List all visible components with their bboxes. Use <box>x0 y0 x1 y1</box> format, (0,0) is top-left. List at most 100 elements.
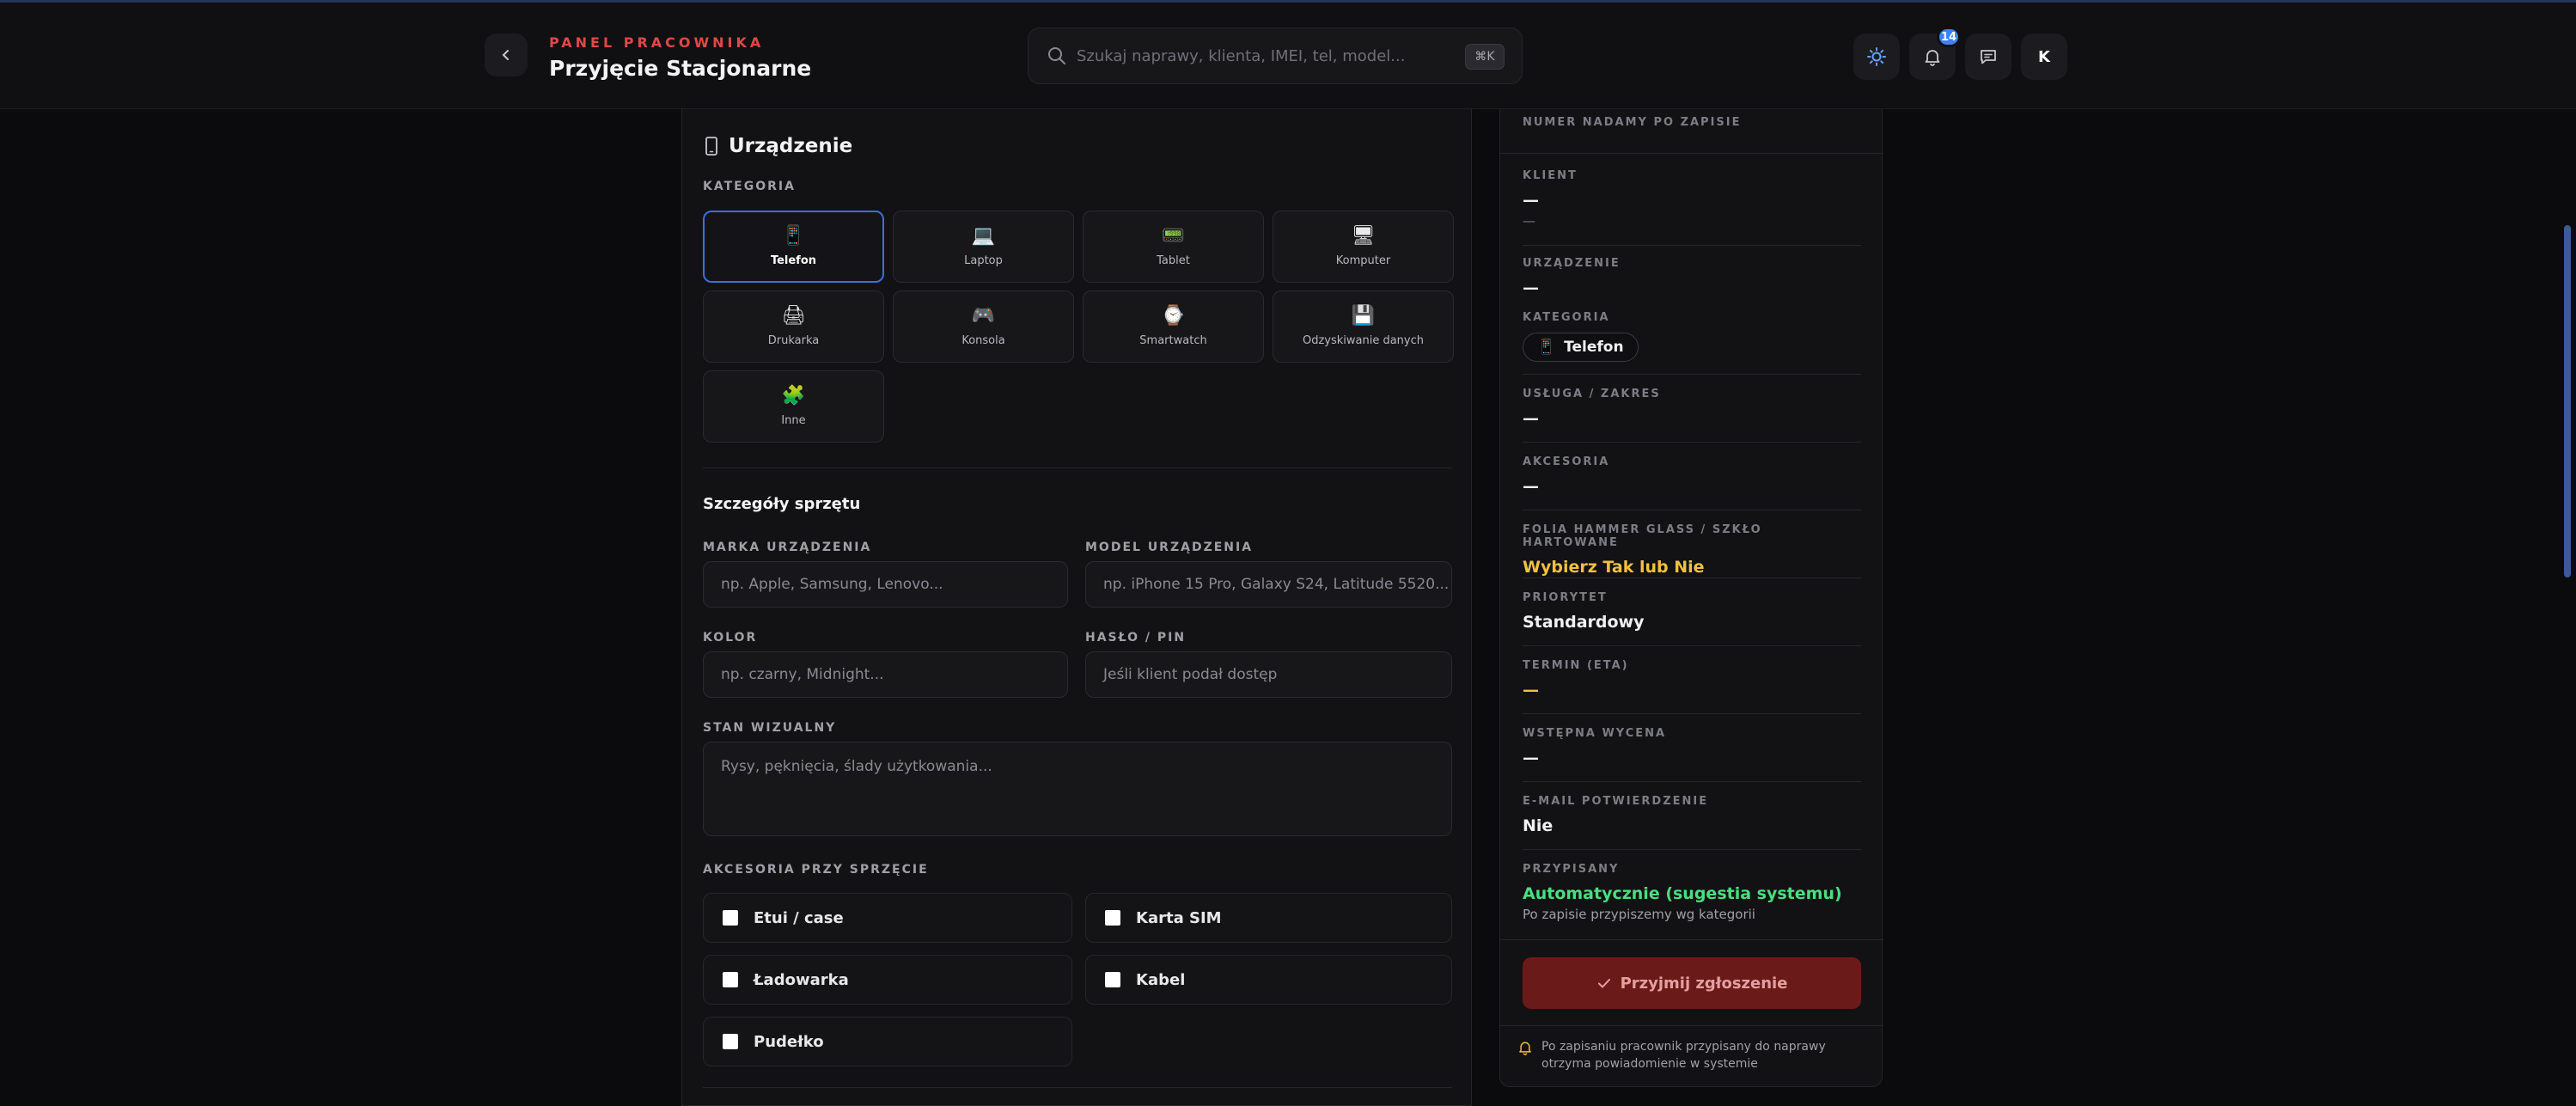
brand-label: MARKA URZĄDZENIA <box>703 541 872 554</box>
assigned-label: PRZYPISANY <box>1523 863 1620 876</box>
page-scrollbar[interactable] <box>2564 225 2571 577</box>
category-tile-label: Odzyskiwanie danych <box>1302 333 1425 347</box>
summary-priority: PRIORYTET Standardowy <box>1523 591 1861 632</box>
theme-toggle-button[interactable] <box>1853 34 1900 80</box>
service-value: — <box>1523 409 1539 428</box>
color-input[interactable]: np. czarny, Midnight... <box>703 651 1068 698</box>
number-label: NUMER NADAMY PO ZAPISIE <box>1523 116 1742 129</box>
summary-divider <box>1523 442 1861 443</box>
model-label: MODEL URZĄDZENIA <box>1085 541 1254 554</box>
summary-accessories: AKCESORIA — <box>1523 455 1861 496</box>
accessory-etui-checkbox[interactable]: Etui / case <box>703 893 1072 943</box>
category-tile-laptop[interactable]: 💻 Laptop <box>893 211 1074 283</box>
user-avatar-button[interactable]: K <box>2021 34 2067 80</box>
brand-input[interactable]: np. Apple, Samsung, Lenovo... <box>703 561 1068 608</box>
password-label: HASŁO / PIN <box>1085 631 1187 645</box>
model-input[interactable]: np. iPhone 15 Pro, Galaxy S24, Latitude … <box>1085 561 1452 608</box>
section-divider <box>703 1087 1452 1088</box>
assignment-notice: Po zapisaniu pracownik przypisany do nap… <box>1500 1025 1883 1087</box>
phone-emoji-icon: 📱 <box>1537 339 1556 356</box>
chat-icon <box>1981 50 1996 64</box>
summary-divider <box>1523 781 1861 782</box>
accessory-karta-sim-checkbox[interactable]: Karta SIM <box>1085 893 1452 943</box>
category-tile-label: Inne <box>781 413 806 427</box>
category-tile-smartwatch[interactable]: ⌚ Smartwatch <box>1083 290 1264 363</box>
summary-estimate: WSTĘPNA WYCENA — <box>1523 727 1861 767</box>
glass-label: FOLIA HAMMER GLASS / SZKŁO HARTOWANE <box>1523 523 1762 549</box>
floppy-disk-emoji-icon: 💾 <box>1351 304 1376 327</box>
estimate-value: — <box>1523 749 1539 767</box>
service-label: USŁUGA / ZAKRES <box>1523 388 1661 400</box>
search-shortcut-badge: ⌘K <box>1465 44 1505 70</box>
category-tile-konsola[interactable]: 🎮 Konsola <box>893 290 1074 363</box>
category-label: KATEGORIA <box>703 180 796 193</box>
notice-text: Po zapisaniu pracownik przypisany do nap… <box>1541 1040 1826 1071</box>
accessory-ladowarka-checkbox[interactable]: Ładowarka <box>703 955 1072 1005</box>
search-bar[interactable]: Szukaj naprawy, klienta, IMEI, tel, mode… <box>1028 27 1523 84</box>
color-placeholder: np. czarny, Midnight... <box>721 666 884 683</box>
laptop-emoji-icon: 💻 <box>971 224 996 247</box>
search-input[interactable]: Szukaj naprawy, klienta, IMEI, tel, mode… <box>1077 47 1405 65</box>
sun-icon <box>1867 47 1886 66</box>
category-tile-odzyskiwanie-danych[interactable]: 💾 Odzyskiwanie danych <box>1273 290 1454 363</box>
category-tile-label: Telefon <box>770 254 817 267</box>
brand-placeholder: np. Apple, Samsung, Lenovo... <box>721 576 943 593</box>
gamepad-emoji-icon: 🎮 <box>971 304 996 327</box>
chevron-left-icon <box>502 50 509 60</box>
accessories-label: AKCESORIA <box>1523 455 1610 468</box>
submit-label: Przyjmij zgłoszenie <box>1620 974 1788 993</box>
accessory-label: Ładowarka <box>754 970 849 989</box>
avatar-initial: K <box>2038 47 2050 66</box>
summary-number: NUMER NADAMY PO ZAPISIE <box>1523 116 1861 129</box>
category-tile-label: Drukarka <box>767 333 820 347</box>
section-divider <box>703 467 1452 468</box>
category-pill-label: Telefon <box>1564 339 1624 356</box>
device-card: Urządzenie KATEGORIA 📱 Telefon 💻 Laptop … <box>681 109 1472 1106</box>
accessory-kabel-checkbox[interactable]: Kabel <box>1085 955 1452 1005</box>
device-label: URZĄDZENIE <box>1523 257 1621 270</box>
device-card-header: Urządzenie <box>705 135 852 157</box>
checkbox-box[interactable] <box>723 910 738 926</box>
app-header: PANEL PRACOWNIKA Przyjęcie Stacjonarne S… <box>0 3 2576 109</box>
summary-divider <box>1523 645 1861 646</box>
category-tile-inne[interactable]: 🧩 Inne <box>703 370 884 443</box>
category-tile-label: Smartwatch <box>1139 333 1207 347</box>
assigned-sub: Po zapisie przypiszemy wg kategorii <box>1523 907 1755 922</box>
notifications-button[interactable]: 14 <box>1909 27 1961 80</box>
category-tile-tablet[interactable]: 📟 Tablet <box>1083 211 1264 283</box>
accessories-label: AKCESORIA PRZY SPRZĘCIE <box>703 863 929 877</box>
accessory-pudelko-checkbox[interactable]: Pudełko <box>703 1017 1072 1066</box>
checkbox-box[interactable] <box>723 972 738 987</box>
page-title: Przyjęcie Stacjonarne <box>549 56 812 81</box>
summary-category: KATEGORIA 📱 Telefon <box>1523 311 1861 362</box>
category-tile-komputer[interactable]: 🖥 Komputer <box>1273 211 1454 283</box>
accessory-label: Pudełko <box>754 1032 824 1051</box>
puzzle-emoji-icon: 🧩 <box>781 384 806 406</box>
checkbox-box[interactable] <box>1105 972 1120 987</box>
category-tile-label: Tablet <box>1157 254 1190 267</box>
client-value: — <box>1523 191 1539 210</box>
client-label: KLIENT <box>1523 169 1578 182</box>
summary-eta: TERMIN (ETA) — <box>1523 659 1861 700</box>
device-card-title: Urządzenie <box>729 135 853 157</box>
accessory-label: Kabel <box>1136 970 1186 989</box>
category-tile-drukarka[interactable]: 🖨 Drukarka <box>703 290 884 363</box>
summary-divider <box>1500 153 1883 154</box>
summary-divider <box>1523 374 1861 375</box>
visual-condition-label: STAN WIZUALNY <box>703 721 837 735</box>
summary-divider <box>1523 245 1861 246</box>
checkbox-box[interactable] <box>1105 910 1120 926</box>
category-tile-label: Konsola <box>961 333 1005 347</box>
summary-panel: NUMER NADAMY PO ZAPISIE KLIENT — — URZĄD… <box>1499 109 1883 1087</box>
checkbox-box[interactable] <box>723 1034 738 1049</box>
messages-button[interactable] <box>1965 34 2011 80</box>
category-tile-telefon[interactable]: 📱 Telefon <box>703 211 884 283</box>
back-button[interactable] <box>485 34 528 76</box>
color-label: KOLOR <box>703 631 758 645</box>
submit-intake-button[interactable]: Przyjmij zgłoszenie <box>1523 957 1861 1009</box>
phone-icon <box>705 137 717 156</box>
device-value: — <box>1523 278 1539 297</box>
visual-condition-textarea[interactable]: Rysy, pęknięcia, ślady użytkowania... <box>703 742 1452 836</box>
password-input[interactable]: Jeśli klient podał dostęp <box>1085 651 1452 698</box>
eta-label: TERMIN (ETA) <box>1523 659 1629 672</box>
